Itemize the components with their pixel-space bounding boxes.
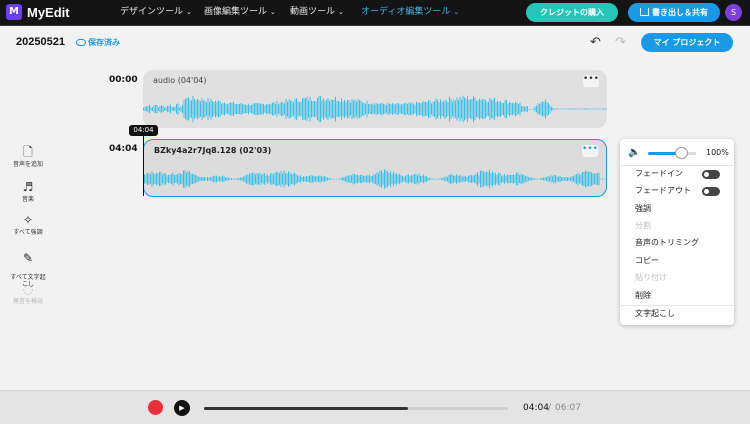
silence-detect-icon: ◌ <box>22 282 34 296</box>
playback-bar: ▶ 04:04 / 06:07 <box>0 390 750 424</box>
tool-label: 無音を検出 <box>12 298 43 305</box>
more-options-icon[interactable]: ••• <box>582 145 598 157</box>
save-status: 保存済み <box>76 37 120 48</box>
menu-divider <box>620 165 734 166</box>
detect-silence-tool[interactable]: ◌ 無音を検出 <box>3 282 53 306</box>
chevron-down-icon: ⌄ <box>186 8 192 16</box>
export-label: 書き出し＆共有 <box>652 8 708 17</box>
cloud-check-icon <box>76 39 86 46</box>
volume-control: 🔈 100% <box>628 147 729 159</box>
audio-track-clip-selected[interactable]: BZky4a2r7Jq8.128 (02'03) ••• <box>143 139 607 197</box>
record-button[interactable] <box>148 400 163 415</box>
menu-item-fade-in[interactable]: フェードイン <box>635 169 683 179</box>
fade-in-toggle[interactable] <box>702 170 720 179</box>
tool-label: 音楽 <box>21 196 34 203</box>
playhead-time[interactable]: 04:04 <box>129 125 158 136</box>
music-icon: ♬ <box>22 180 34 194</box>
menu-item-split[interactable]: 分割 <box>635 221 651 231</box>
track-start-time: 00:00 <box>109 75 138 85</box>
myedit-logo-icon[interactable]: M <box>6 4 22 20</box>
app-name[interactable]: MyEdit <box>27 4 70 21</box>
chevron-down-icon: ⌄ <box>338 8 344 16</box>
tool-label: すべて強調 <box>13 229 43 236</box>
buy-credits-button[interactable]: クレジットの購入 <box>526 3 618 22</box>
nav-label: オーディオ編集ツール <box>361 7 451 17</box>
volume-slider-knob[interactable] <box>675 147 688 159</box>
volume-value: 100% <box>706 148 729 157</box>
menu-item-paste[interactable]: 貼り付け <box>635 273 667 283</box>
play-button[interactable]: ▶ <box>174 400 190 416</box>
menu-item-transcribe[interactable]: 文字起こし <box>635 309 675 319</box>
menu-item-enhance[interactable]: 強調 <box>635 204 651 214</box>
total-time: 06:07 <box>555 403 581 413</box>
transcribe-icon: ✎ <box>22 251 34 265</box>
my-project-button[interactable]: マイ プロジェクト <box>641 33 733 52</box>
nav-label: 画像編集ツール <box>204 7 268 17</box>
menu-divider <box>620 305 734 306</box>
add-audio-icon: 🗋 <box>23 145 33 159</box>
redo-icon[interactable]: ↷ <box>615 35 626 50</box>
nav-label: デザインツール <box>120 7 184 17</box>
time-separator: / <box>548 403 552 413</box>
menu-item-trim-audio[interactable]: 音声のトリミング <box>635 238 699 248</box>
track-title: audio (04'04) <box>153 76 207 85</box>
nav-label: 動画ツール <box>290 7 336 17</box>
play-icon: ▶ <box>179 404 185 412</box>
chevron-down-icon: ⌄ <box>270 8 276 16</box>
nav-video-tools[interactable]: 動画ツール ⌄ <box>290 6 344 19</box>
project-header: 20250521 保存済み ↶ ↷ マイ プロジェクト <box>0 27 750 57</box>
speaker-icon[interactable]: 🔈 <box>628 147 640 159</box>
more-options-icon[interactable]: ••• <box>583 75 599 87</box>
project-title[interactable]: 20250521 <box>16 36 65 48</box>
menu-item-fade-out[interactable]: フェードアウト <box>635 186 691 196</box>
playback-progress[interactable] <box>204 407 508 410</box>
avatar[interactable]: S <box>725 4 742 21</box>
undo-icon[interactable]: ↶ <box>590 35 601 50</box>
nav-audio-tools[interactable]: オーディオ編集ツール ⌄ <box>361 6 459 19</box>
playback-progress-fill <box>204 407 408 410</box>
waveform <box>143 95 607 123</box>
current-time: 04:04 <box>523 403 549 413</box>
fade-out-toggle[interactable] <box>702 187 720 196</box>
music-tool[interactable]: ♬ 音楽 <box>3 180 53 204</box>
track-title: BZky4a2r7Jq8.128 (02'03) <box>154 146 272 155</box>
download-icon <box>640 8 649 16</box>
enhance-all-tool[interactable]: ✧ すべて強調 <box>3 213 53 237</box>
chevron-down-icon: ⌄ <box>453 8 460 16</box>
audio-track-clip[interactable]: audio (04'04) ••• <box>143 70 607 128</box>
tool-label: 音声を追加 <box>12 161 43 168</box>
add-audio-tool[interactable]: 🗋 音声を追加 <box>3 145 53 169</box>
waveform <box>144 169 606 189</box>
clip-context-menu: 🔈 100% フェードイン フェードアウト 強調 分割 音声のトリミング コピー… <box>620 139 734 325</box>
menu-item-delete[interactable]: 削除 <box>635 291 651 301</box>
nav-image-tools[interactable]: 画像編集ツール ⌄ <box>204 6 276 19</box>
playhead[interactable] <box>143 130 144 196</box>
track-start-time: 04:04 <box>109 144 138 154</box>
magic-wand-icon: ✧ <box>22 213 34 227</box>
menu-item-copy[interactable]: コピー <box>635 256 659 266</box>
save-status-label: 保存済み <box>88 38 120 47</box>
nav-design-tools[interactable]: デザインツール ⌄ <box>120 6 192 19</box>
top-navigation-bar: M MyEdit デザインツール ⌄ 画像編集ツール ⌄ 動画ツール ⌄ オーディオ編… <box>0 0 750 26</box>
export-share-button[interactable]: 書き出し＆共有 <box>628 3 720 22</box>
